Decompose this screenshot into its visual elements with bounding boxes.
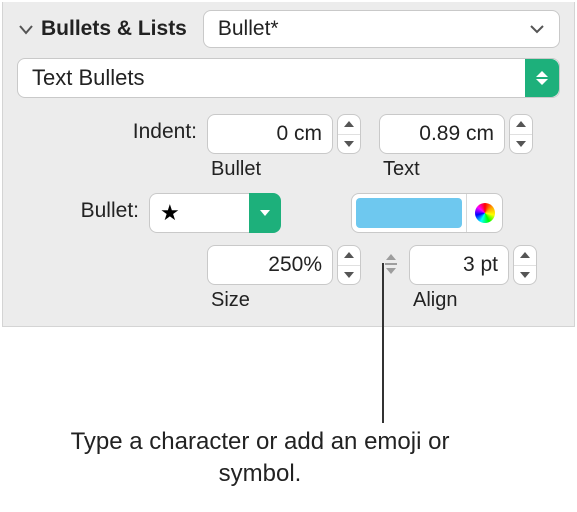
arrow-down-icon (516, 141, 526, 147)
bullet-size-input[interactable]: 250% (207, 245, 333, 285)
list-style-value: Bullet* (218, 17, 279, 41)
callout-leader-line (382, 263, 384, 423)
bullet-indent-stepper[interactable] (337, 114, 361, 154)
indent-label: Indent: (17, 114, 207, 144)
bullets-lists-panel: Bullets & Lists Bullet* Text Bullets Ind… (2, 2, 575, 327)
color-wheel-icon (475, 203, 495, 223)
size-sublabel: Size (211, 289, 250, 312)
align-sublabel: Align (413, 289, 457, 312)
arrow-up-icon (516, 121, 526, 127)
arrow-down-icon (344, 141, 354, 147)
arrow-down-icon (520, 272, 530, 278)
bullet-indent-input[interactable]: 0 cm (207, 114, 333, 154)
chevron-down-icon[interactable] (17, 20, 35, 38)
callout-text: Type a character or add an emoji or symb… (70, 426, 450, 491)
bullet-character-input[interactable]: ★ (149, 193, 249, 233)
bullet-size-stepper[interactable] (337, 245, 361, 285)
arrow-down-icon (344, 272, 354, 278)
color-swatch (356, 198, 462, 228)
section-title: Bullets & Lists (41, 17, 187, 41)
list-style-dropdown[interactable]: Bullet* (203, 10, 560, 48)
chevron-down-icon (529, 17, 545, 41)
dropdown-stepper-icon (525, 59, 559, 97)
bullet-type-dropdown[interactable]: Text Bullets (17, 58, 560, 98)
text-indent-sublabel: Text (383, 158, 420, 181)
text-indent-stepper[interactable] (509, 114, 533, 154)
arrow-up-icon (344, 252, 354, 258)
bullet-color-well[interactable] (351, 193, 503, 233)
chevron-down-icon (260, 210, 270, 216)
bullet-indent-sublabel: Bullet (211, 158, 261, 181)
arrow-up-icon (344, 121, 354, 127)
bullet-label: Bullet: (17, 193, 149, 223)
color-picker-button[interactable] (466, 194, 502, 232)
arrow-up-icon (520, 252, 530, 258)
bullet-align-stepper[interactable] (513, 245, 537, 285)
bullet-align-input[interactable]: 3 pt (409, 245, 509, 285)
bullet-type-value: Text Bullets (32, 65, 145, 91)
bullet-character-dropdown[interactable] (249, 193, 281, 233)
text-indent-input[interactable]: 0.89 cm (379, 114, 505, 154)
